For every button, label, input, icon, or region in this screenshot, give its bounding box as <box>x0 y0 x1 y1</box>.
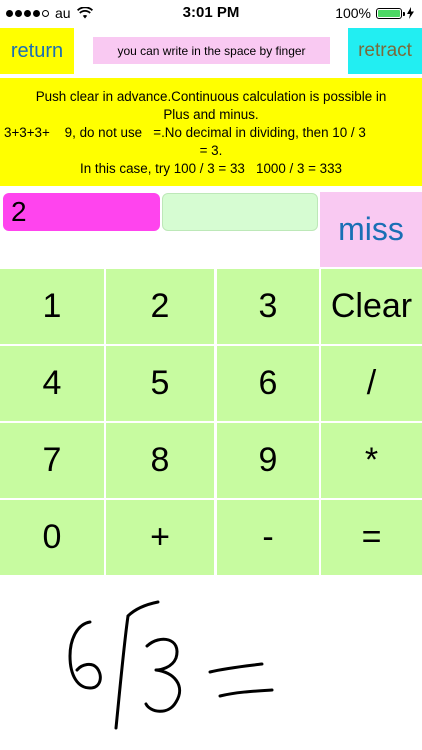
battery-percent: 100% <box>335 5 371 21</box>
retract-button[interactable]: retract <box>348 28 422 74</box>
charging-bolt-icon <box>407 7 414 19</box>
status-bar: au 3:01 PM 100% <box>0 0 422 28</box>
instructions-panel: Push clear in advance.Continuous calcula… <box>0 78 422 186</box>
battery-icon <box>376 7 405 19</box>
instruction-line: Push clear in advance.Continuous calcula… <box>35 89 387 104</box>
digit-7-button[interactable]: 7 <box>0 423 104 498</box>
equals-button[interactable]: = <box>321 500 422 575</box>
instruction-line: 3+3+3+ 9, do not use =.No decimal in div… <box>4 125 366 140</box>
miss-button[interactable]: miss <box>320 192 422 267</box>
digit-1-button[interactable]: 1 <box>0 269 104 344</box>
instruction-line: Plus and minus. <box>163 107 259 122</box>
handwriting-canvas[interactable] <box>0 578 422 750</box>
digit-8-button[interactable]: 8 <box>106 423 214 498</box>
return-button[interactable]: return <box>0 28 74 74</box>
digit-5-button[interactable]: 5 <box>106 346 214 421</box>
digit-3-button[interactable]: 3 <box>217 269 319 344</box>
multiply-button[interactable]: * <box>321 423 422 498</box>
plus-button[interactable]: + <box>106 500 214 575</box>
digit-0-button[interactable]: 0 <box>0 500 104 575</box>
entry-display: 2 <box>3 193 160 231</box>
digit-2-button[interactable]: 2 <box>106 269 214 344</box>
result-display <box>162 193 318 231</box>
minus-button[interactable]: - <box>217 500 319 575</box>
status-right: 100% <box>335 5 414 21</box>
digit-4-button[interactable]: 4 <box>0 346 104 421</box>
handwriting-strokes <box>68 600 274 730</box>
instruction-line: In this case, try 100 / 3 = 33 1000 / 3 … <box>79 161 343 176</box>
writing-hint-label: you can write in the space by finger <box>93 37 330 64</box>
divide-button[interactable]: / <box>321 346 422 421</box>
instruction-line: = 3. <box>199 143 223 158</box>
digit-6-button[interactable]: 6 <box>217 346 319 421</box>
clear-button[interactable]: Clear <box>321 269 422 344</box>
digit-9-button[interactable]: 9 <box>217 423 319 498</box>
